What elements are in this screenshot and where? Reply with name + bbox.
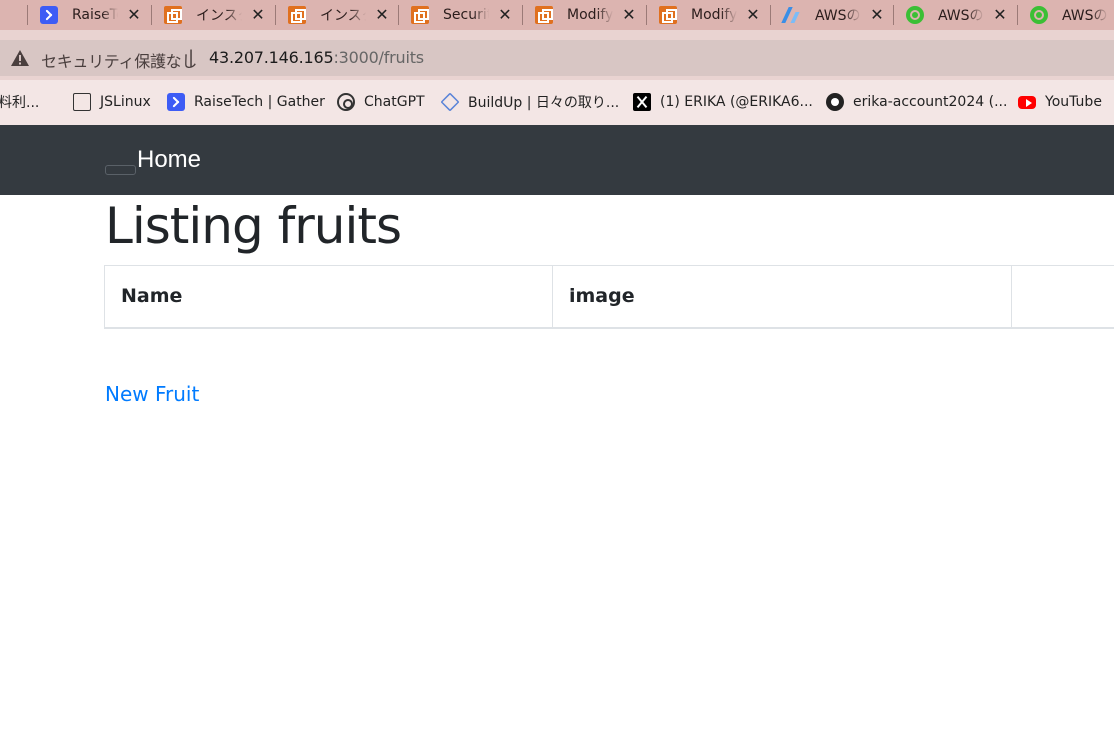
bookmark-label: YouTube xyxy=(1045,94,1102,110)
x-icon xyxy=(633,93,651,111)
green-circle-icon xyxy=(906,6,924,24)
fruits-table: Name image xyxy=(104,265,1114,329)
security-status-label[interactable]: セキュリティ保護なし xyxy=(41,48,197,72)
url-path: :3000/fruits xyxy=(333,48,424,67)
aws-console-icon xyxy=(164,6,182,24)
github-icon xyxy=(826,93,844,111)
tab-title: Modify xyxy=(691,7,737,23)
column-header-name: Name xyxy=(104,265,553,329)
navbar-toggler-button[interactable] xyxy=(105,165,136,175)
bookmark-jslinux[interactable]: JSLinux xyxy=(71,92,151,112)
bookmark-partial[interactable]: 料利... xyxy=(0,92,39,112)
close-icon[interactable]: ✕ xyxy=(126,6,142,24)
buildup-icon xyxy=(440,92,460,112)
close-icon[interactable]: ✕ xyxy=(992,6,1008,24)
tab-modify-1[interactable]: Modify ✕ xyxy=(523,0,647,30)
bookmark-github[interactable]: erika-account2024 (... xyxy=(826,92,1007,112)
close-icon[interactable]: ✕ xyxy=(374,6,390,24)
bookmark-label: RaiseTech | Gather xyxy=(194,94,325,110)
close-icon[interactable]: ✕ xyxy=(497,6,513,24)
tab-aws-amplify[interactable]: AWSの ✕ xyxy=(771,0,895,30)
tab-title: AWSの xyxy=(938,8,984,24)
url-host: 43.207.146.165 xyxy=(209,48,334,67)
tab-title: インスタンス xyxy=(320,8,366,24)
page-title: Listing fruits xyxy=(105,197,402,255)
tab-security[interactable]: Security ✕ xyxy=(399,0,523,30)
aws-console-icon xyxy=(411,6,429,24)
warning-icon[interactable] xyxy=(10,49,30,67)
tab-raisetech[interactable]: RaiseTech ✕ xyxy=(28,0,152,30)
bookmark-label: BuildUp | 日々の取り... xyxy=(468,95,620,111)
chatgpt-icon xyxy=(337,93,355,111)
column-header-actions xyxy=(1011,265,1114,329)
address-bar: セキュリティ保護なし | 43.207.146.165:3000/fruits xyxy=(0,30,1114,80)
tab-title: インスタンス xyxy=(196,8,242,24)
bookmark-chatgpt[interactable]: ChatGPT xyxy=(337,92,425,112)
bookmarks-bar: 料利... JSLinux RaiseTech | Gather ChatGPT… xyxy=(0,80,1114,125)
green-circle-icon xyxy=(1030,6,1048,24)
column-header-image: image xyxy=(552,265,1012,329)
aws-console-icon xyxy=(659,6,677,24)
aws-console-icon xyxy=(288,6,306,24)
tab-title: AWSの xyxy=(1062,8,1108,24)
new-fruit-link[interactable]: New Fruit xyxy=(105,382,199,406)
tab-modify-2[interactable]: Modify ✕ xyxy=(647,0,771,30)
tab-instances-2[interactable]: インスタンス ✕ xyxy=(276,0,400,30)
bookmark-label: erika-account2024 (... xyxy=(853,94,1008,110)
url-text[interactable]: 43.207.146.165:3000/fruits xyxy=(209,48,424,67)
tab-instances-1[interactable]: インスタンス ✕ xyxy=(152,0,276,30)
bookmark-label: (1) ERIKA (@ERIKA6... xyxy=(660,94,813,110)
raisetech-icon xyxy=(40,6,58,24)
tab-title: AWSの xyxy=(815,8,861,24)
site-navbar: Home xyxy=(0,125,1114,195)
tab-title: RaiseTech xyxy=(72,7,118,23)
bookmark-label: 料利... xyxy=(0,95,40,111)
amplify-icon xyxy=(783,6,801,24)
url-divider: | xyxy=(188,47,195,68)
tab-title: Security xyxy=(443,7,489,23)
aws-console-icon xyxy=(535,6,553,24)
home-link[interactable]: Home xyxy=(137,146,201,174)
tab-strip: RaiseTech ✕ インスタンス ✕ インスタンス ✕ Security ✕… xyxy=(0,0,1114,30)
tab-title: Modify xyxy=(567,7,613,23)
close-icon[interactable]: ✕ xyxy=(621,6,637,24)
close-icon[interactable]: ✕ xyxy=(250,6,266,24)
table-header-row: Name image xyxy=(104,265,1114,329)
bookmark-label: JSLinux xyxy=(100,94,151,110)
raisetech-icon xyxy=(167,93,185,111)
close-icon[interactable]: ✕ xyxy=(745,6,761,24)
close-icon[interactable]: ✕ xyxy=(869,6,885,24)
bookmark-label: ChatGPT xyxy=(364,94,425,110)
bookmark-buildup[interactable]: BuildUp | 日々の取り... xyxy=(440,92,620,112)
bookmark-raisetech[interactable]: RaiseTech | Gather xyxy=(167,92,325,112)
tab-aws-green-1[interactable]: AWSの ✕ xyxy=(894,0,1018,30)
youtube-icon xyxy=(1018,96,1036,109)
bookmark-x-erika[interactable]: (1) ERIKA (@ERIKA6... xyxy=(633,92,813,112)
omnibox[interactable]: セキュリティ保護なし | 43.207.146.165:3000/fruits xyxy=(0,40,1114,76)
bookmark-youtube[interactable]: YouTube xyxy=(1018,92,1102,112)
tab-aws-green-2[interactable]: AWSの xyxy=(1018,0,1114,30)
document-icon xyxy=(73,93,91,111)
